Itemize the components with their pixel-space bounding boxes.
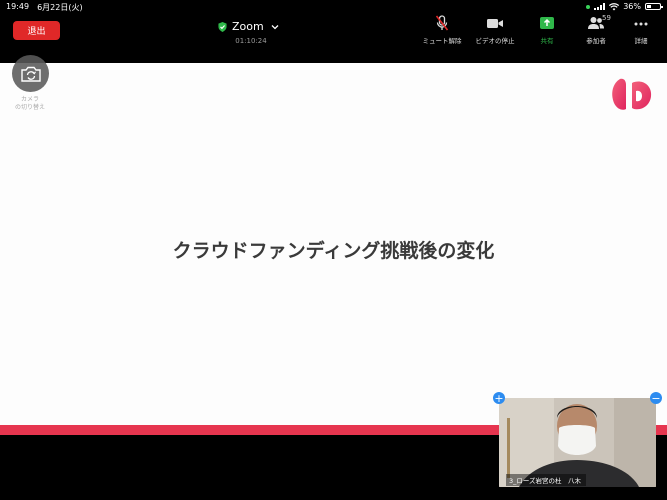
chevron-down-icon — [271, 24, 279, 29]
cellular-signal-icon — [594, 3, 606, 10]
brand-logo — [610, 75, 654, 112]
status-date: 6月22日(火) — [37, 3, 83, 12]
switch-camera-button[interactable] — [12, 55, 49, 92]
more-button[interactable]: 詳細 — [615, 15, 667, 45]
slide-title: クラウドファンディング挑戦後の変化 — [172, 240, 495, 262]
battery-percent: 36% — [623, 2, 641, 11]
microphone-muted-icon — [435, 15, 449, 31]
share-screen-icon — [540, 17, 554, 29]
participants-label: 参加者 — [586, 37, 606, 45]
unmute-button[interactable]: ミュート解除 — [416, 15, 468, 45]
share-button[interactable]: 共有 — [521, 15, 573, 45]
shield-check-icon — [218, 21, 227, 32]
switch-camera-label: カメラ の切り替え — [14, 96, 45, 111]
camera-in-use-indicator — [586, 4, 591, 9]
unmute-label: ミュート解除 — [422, 37, 462, 45]
battery-icon — [645, 3, 663, 10]
expand-video-button[interactable]: + — [493, 392, 505, 404]
minimize-video-button[interactable]: − — [650, 392, 662, 404]
meeting-title: Zoom — [232, 20, 264, 33]
participant-name: 3_ローズ岩宮の杜 八木 — [506, 474, 586, 486]
meeting-info[interactable]: Zoom — [218, 20, 284, 33]
status-bar: 19:49 6月22日(火) 36% — [0, 0, 667, 14]
wifi-icon — [609, 2, 620, 10]
more-label: 詳細 — [634, 37, 648, 45]
stop-video-button[interactable]: ビデオの停止 — [469, 15, 521, 45]
elapsed-time: 01:10:24 — [235, 37, 267, 45]
video-camera-icon — [487, 19, 503, 28]
participants-count: 59 — [602, 14, 611, 22]
switch-camera-icon — [20, 66, 41, 82]
stop-video-label: ビデオの停止 — [475, 37, 515, 45]
more-dots-icon — [634, 22, 648, 26]
leave-meeting-button[interactable]: 退出 — [13, 21, 60, 40]
share-label: 共有 — [540, 37, 554, 45]
status-time: 19:49 — [6, 2, 30, 11]
